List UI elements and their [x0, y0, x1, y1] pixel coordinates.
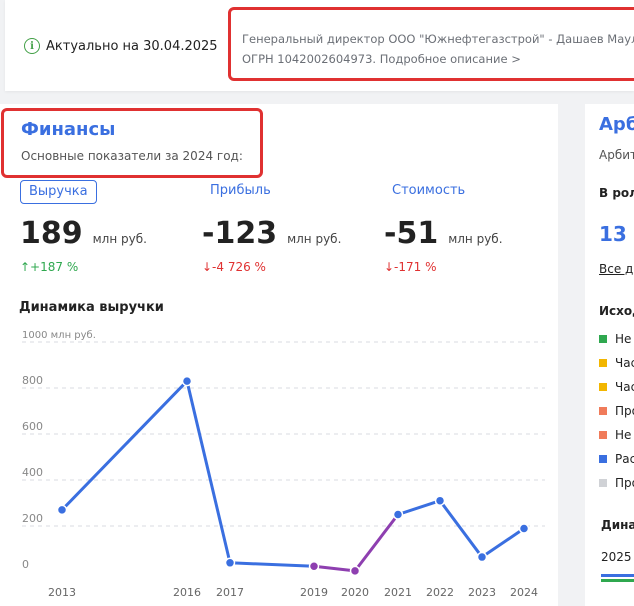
x-tick-label: 2021: [384, 586, 412, 599]
outcome-label: Не выиграно: [615, 428, 634, 442]
revenue-value: 189 млн руб.: [20, 216, 147, 251]
data-point[interactable]: [308, 561, 320, 572]
y-tick-label: 1000 млн руб.: [22, 330, 96, 341]
data-point[interactable]: [434, 495, 446, 506]
ogrn-line[interactable]: ОГРН 1042002604973. Подробное описание >: [242, 49, 634, 69]
arbitration-role: В роли: [599, 186, 634, 200]
series-line-segment: [480, 527, 526, 559]
outcome-label: Прочее: [615, 476, 634, 490]
profit-number: -123: [202, 216, 278, 251]
chart-title: Динамика выручки: [19, 300, 164, 315]
data-point[interactable]: [181, 375, 193, 387]
series-line-segment: [185, 379, 232, 565]
outcome-item: Не выиграно: [599, 428, 634, 442]
data-point[interactable]: [518, 523, 530, 534]
value-number: -51: [384, 216, 439, 251]
legend-square-icon: [599, 335, 607, 343]
series-line-segment: [353, 513, 400, 573]
arbitration-count[interactable]: 13 дел: [599, 222, 634, 246]
finance-subtitle: Основные показатели за 2024 год:: [21, 149, 243, 163]
actual-label: Актуально на 30.04.2025: [46, 38, 218, 54]
value-unit: млн руб.: [448, 232, 503, 246]
x-tick-label: 2024: [510, 586, 538, 599]
series-line-segment: [60, 379, 189, 512]
series-line-segment: [312, 564, 357, 573]
director-line: Генеральный директор ООО "Южнефтегазстро…: [242, 32, 634, 46]
outcome-item: Не рассмотрено: [599, 332, 634, 346]
x-tick-label: 2023: [468, 586, 496, 599]
dynamics-title: Динамика: [601, 518, 634, 532]
revenue-chart: 0 200 400 600 800 1000 млн руб. 2013 2016 2017 20…: [22, 330, 545, 599]
arbitration-title[interactable]: Арбитраж: [599, 114, 634, 135]
outcome-item: Частично: [599, 356, 634, 370]
finance-card: Финансы Основные показатели за 2024 год:…: [0, 104, 558, 606]
y-tick-label: 800: [22, 374, 43, 387]
outcome-item: Частично: [599, 380, 634, 394]
finance-heading: Финансы Основные показатели за 2024 год:: [1, 108, 263, 178]
data-point[interactable]: [56, 504, 68, 516]
data-point[interactable]: [392, 509, 404, 520]
series-line-segment: [438, 499, 484, 559]
legend-square-icon: [599, 383, 607, 391]
profit-unit: млн руб.: [287, 232, 342, 246]
y-tick-label: 0: [22, 558, 29, 571]
legend-square-icon: [599, 407, 607, 415]
arbitration-card: Арбитраж Арбитражные дела В роли 13 дел …: [585, 104, 634, 606]
header-bar: i Актуально на 30.04.2025 Генеральный ди…: [5, 0, 634, 91]
value-change: ↓-171 %: [384, 260, 437, 274]
x-tick-label: 2022: [426, 586, 454, 599]
revenue-change: ↑+187 %: [20, 260, 79, 274]
data-point[interactable]: [476, 551, 488, 563]
x-tick-label: 2020: [341, 586, 369, 599]
outcome-item: Проиграно: [599, 404, 634, 418]
tab-revenue[interactable]: Выручка: [20, 180, 97, 204]
x-tick-label: 2019: [300, 586, 328, 599]
arbitration-subtitle: Арбитражные дела: [599, 148, 634, 162]
x-tick-label: 2017: [216, 586, 244, 599]
data-point[interactable]: [224, 557, 236, 569]
profit-change: ↓-4 726 %: [202, 260, 266, 274]
legend-square-icon: [599, 479, 607, 487]
legend-square-icon: [599, 359, 607, 367]
tab-value[interactable]: Стоимость: [392, 180, 465, 204]
legend-square-icon: [599, 455, 607, 463]
y-tick-label: 400: [22, 466, 43, 479]
profit-value: -123 млн руб.: [202, 216, 341, 251]
director-info[interactable]: Генеральный директор ООО "Южнефтегазстро…: [228, 7, 634, 81]
outcome-label: Частично: [615, 380, 634, 394]
outcome-item: Рассмотрено: [599, 452, 634, 466]
value-value: -51 млн руб.: [384, 216, 503, 251]
data-point[interactable]: [349, 565, 361, 577]
y-tick-label: 200: [22, 512, 43, 525]
outcome-label: Проиграно: [615, 404, 634, 418]
dynamics-bar: [601, 579, 634, 582]
series-line-segment: [396, 499, 442, 516]
x-tick-label: 2013: [48, 586, 76, 599]
finance-title[interactable]: Финансы: [21, 119, 260, 140]
x-tick-label: 2016: [173, 586, 201, 599]
info-icon: i: [24, 38, 40, 54]
arbitration-all-link[interactable]: Все дела: [599, 262, 634, 276]
outcome-label: Не рассмотрено: [615, 332, 634, 346]
tab-profit[interactable]: Прибыль: [210, 180, 271, 204]
revenue-number: 189: [20, 216, 83, 251]
actual-date: i Актуально на 30.04.2025: [24, 38, 218, 54]
revenue-unit: млн руб.: [92, 232, 147, 246]
outcomes-title: Исходы дел: [599, 304, 634, 318]
outcome-label: Рассмотрено: [615, 452, 634, 466]
y-tick-label: 600: [22, 420, 43, 433]
outcome-item: Прочее: [599, 476, 634, 490]
dynamics-bar: [601, 574, 634, 577]
outcome-label: Частично: [615, 356, 634, 370]
series-line-segment: [228, 561, 316, 568]
legend-square-icon: [599, 431, 607, 439]
dynamics-year: 2025: [601, 550, 632, 564]
